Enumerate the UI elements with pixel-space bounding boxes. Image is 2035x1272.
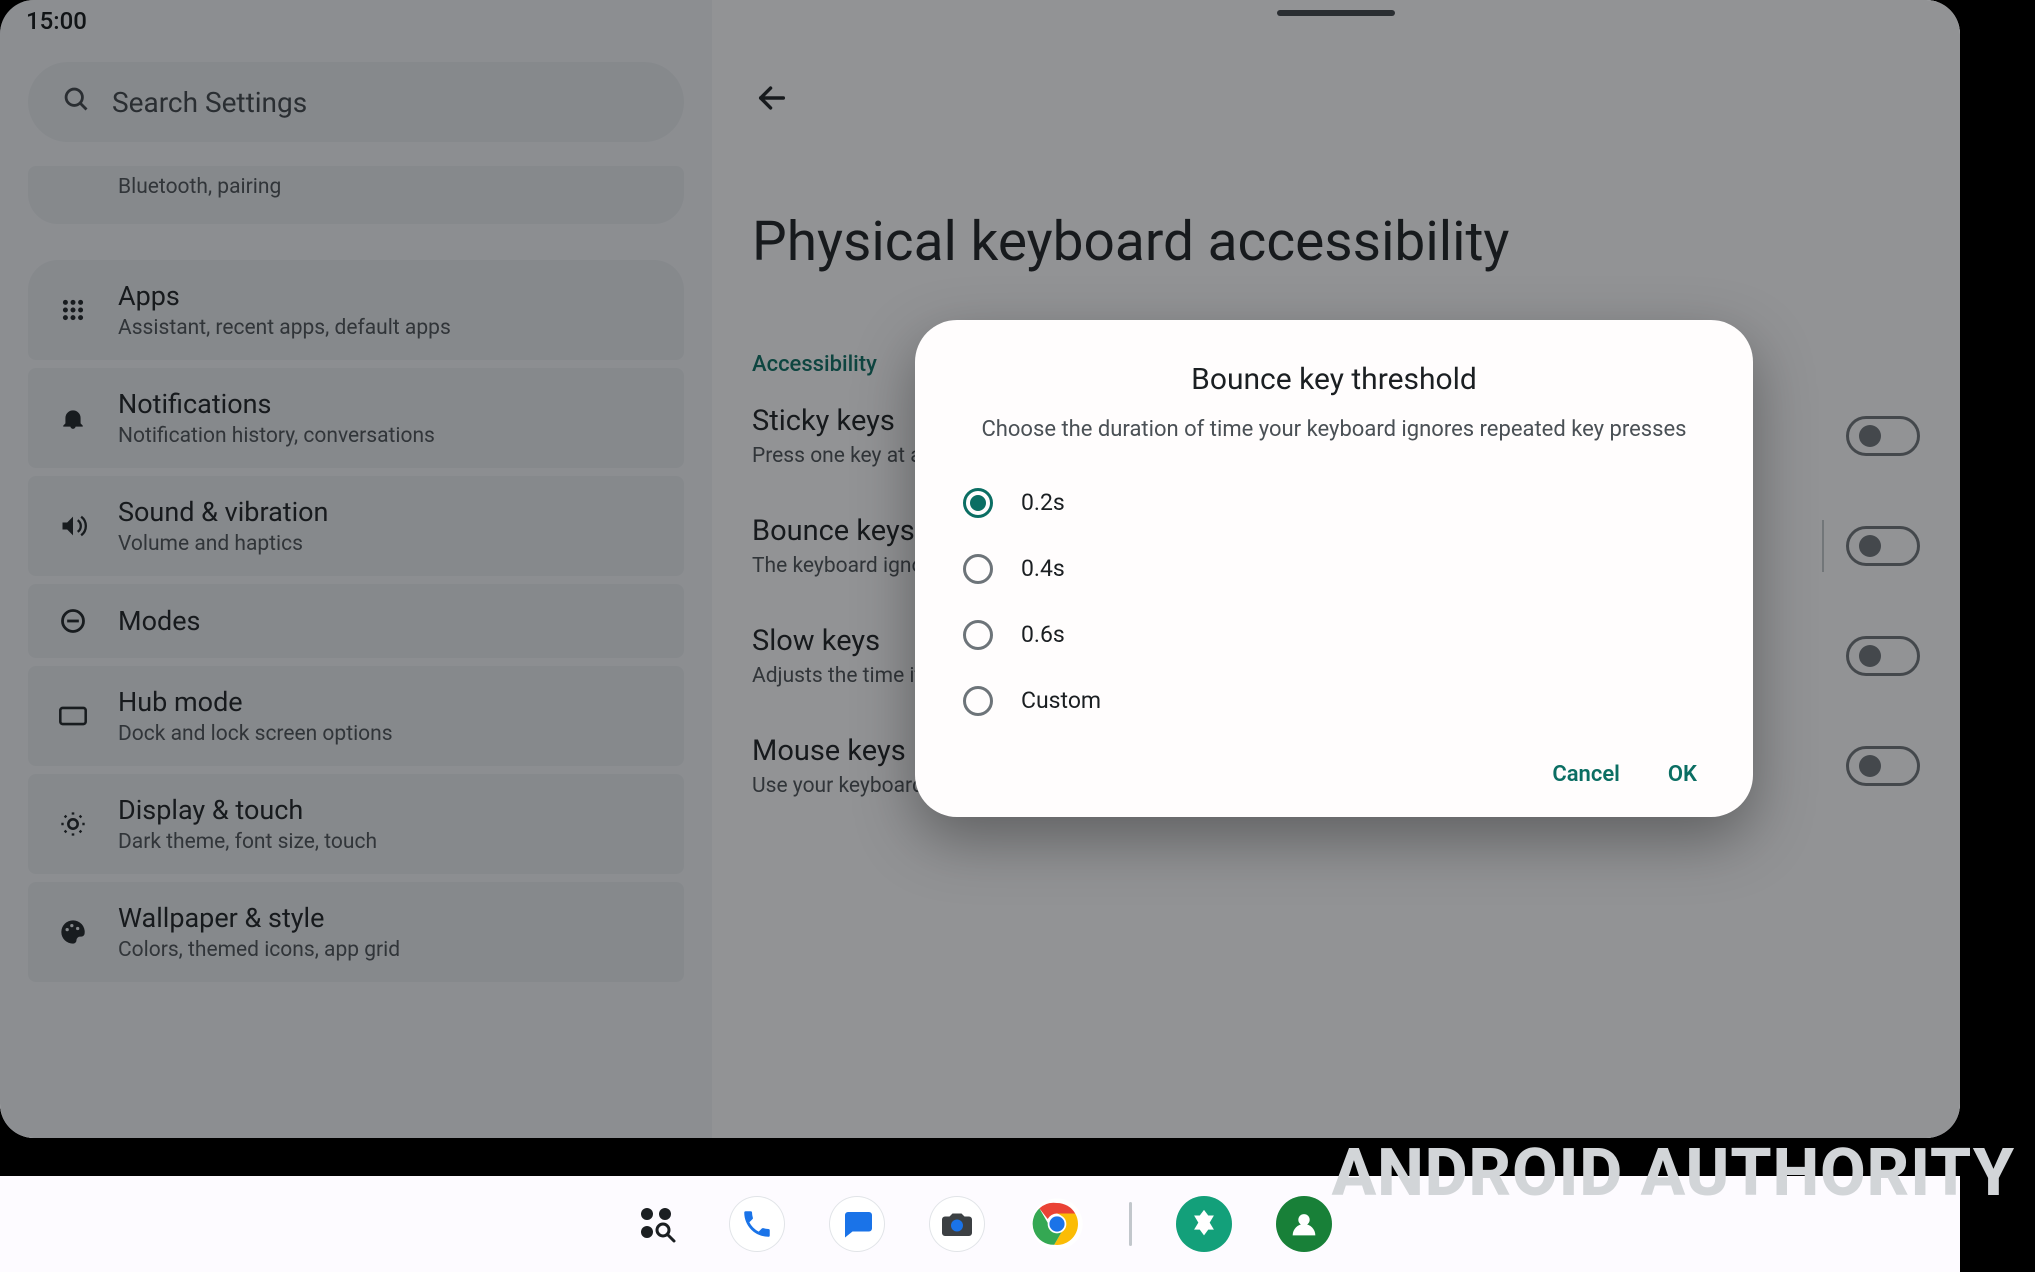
radio-label: 0.4s (1021, 555, 1065, 582)
bounce-threshold-dialog: Bounce key threshold Choose the duration… (915, 320, 1753, 817)
messages-app-icon[interactable] (829, 1196, 885, 1252)
radio-icon (963, 554, 993, 584)
ok-button[interactable]: OK (1668, 762, 1697, 787)
all-apps-button[interactable] (629, 1196, 685, 1252)
watermark: ANDROID AUTHORITY (1332, 1135, 2015, 1212)
radio-icon (963, 620, 993, 650)
radio-option-3[interactable]: Custom (963, 674, 1711, 728)
radio-label: 0.2s (1021, 489, 1065, 516)
radio-option-2[interactable]: 0.6s (963, 608, 1711, 662)
contacts-app-icon[interactable] (1276, 1196, 1332, 1252)
cancel-button[interactable]: Cancel (1552, 762, 1620, 787)
camera-app-icon[interactable] (929, 1196, 985, 1252)
radio-group: 0.2s 0.4s 0.6s Custom (957, 476, 1711, 728)
magisk-app-icon[interactable] (1176, 1196, 1232, 1252)
phone-app-icon[interactable] (729, 1196, 785, 1252)
taskbar-separator (1129, 1202, 1132, 1246)
radio-icon (963, 488, 993, 518)
radio-option-1[interactable]: 0.4s (963, 542, 1711, 596)
radio-label: Custom (1021, 687, 1101, 714)
radio-icon (963, 686, 993, 716)
radio-option-0[interactable]: 0.2s (963, 476, 1711, 530)
radio-label: 0.6s (1021, 621, 1065, 648)
chrome-app-icon[interactable] (1029, 1196, 1085, 1252)
dialog-subtitle: Choose the duration of time your keyboar… (979, 415, 1689, 446)
dialog-title: Bounce key threshold (957, 362, 1711, 397)
